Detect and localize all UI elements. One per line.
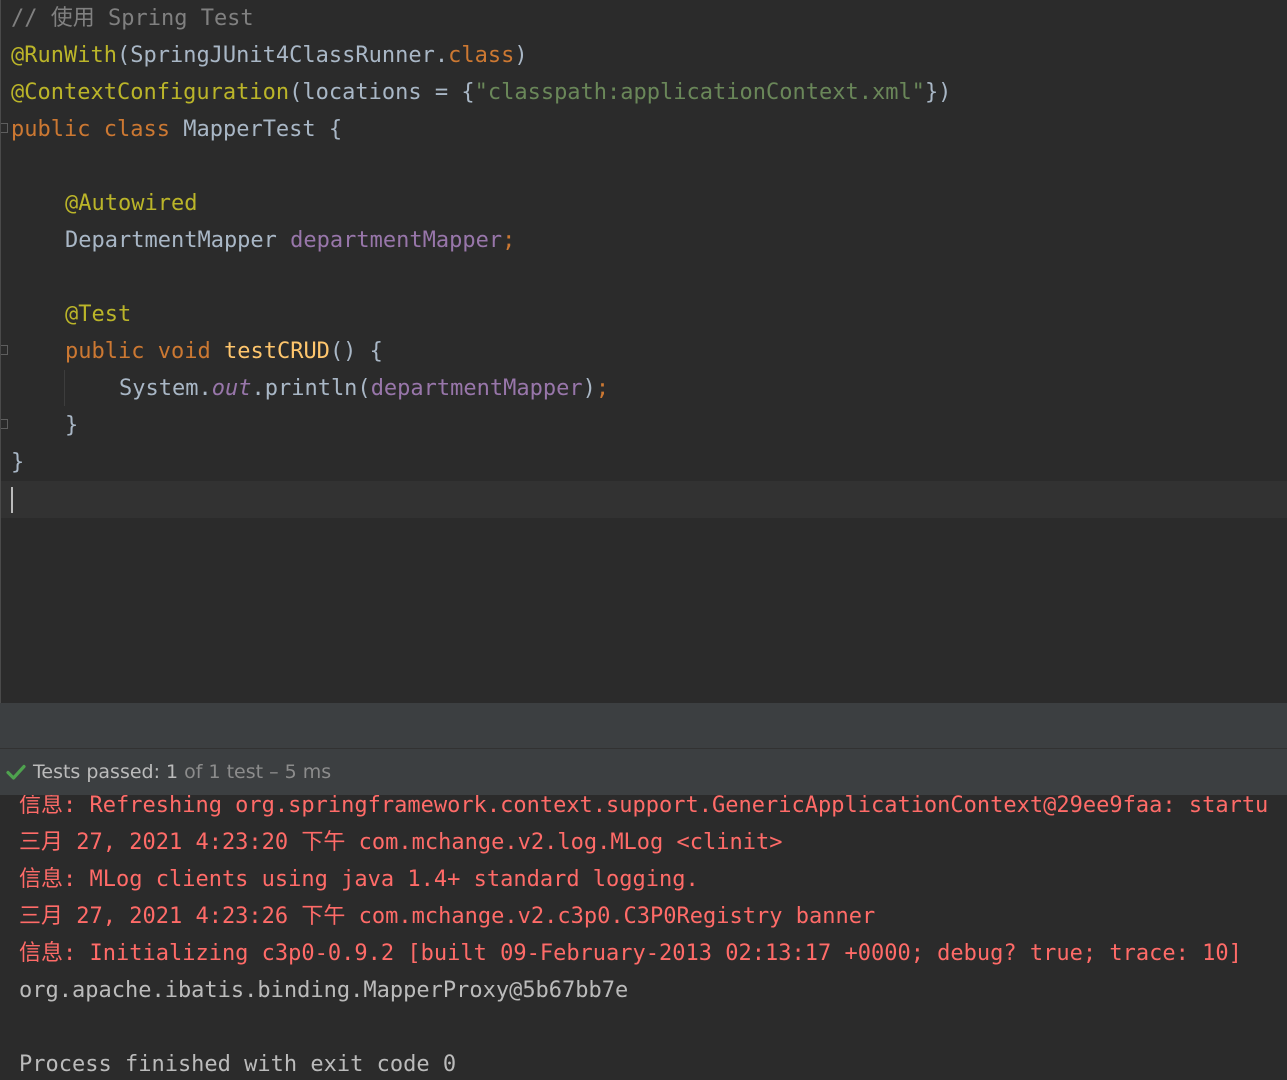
status-label: Tests passed: [33, 761, 161, 783]
status-detail: of 1 test – 5 ms [184, 761, 332, 783]
console-line: 信息: Refreshing org.springframework.conte… [19, 795, 1269, 818]
fold-marker-icon[interactable] [1, 419, 8, 429]
class-name: MapperTest { [183, 117, 343, 142]
code-editor[interactable]: // 使用 Spring Test @RunWith(SpringJUnit4C… [0, 0, 1287, 703]
class-keyword: class [448, 43, 515, 68]
fold-marker-icon[interactable] [1, 123, 8, 133]
panel-separator[interactable] [0, 703, 1287, 749]
method-close-brace: } [65, 413, 79, 438]
code-line-12: } [1, 407, 1287, 444]
field-type: DepartmentMapper [65, 228, 277, 253]
console-line: 信息: MLog clients using java 1.4+ standar… [19, 867, 699, 892]
console-line: 信息: Initializing c3p0-0.9.2 [built 09-Fe… [19, 941, 1242, 966]
semicolon: ; [502, 228, 516, 253]
test-annotation: @Test [65, 302, 132, 327]
console-line: 三月 27, 2021 4:23:26 下午 com.mchange.v2.c3… [19, 904, 876, 929]
field-name: departmentMapper [290, 228, 503, 253]
autowired-annotation: @Autowired [65, 191, 198, 216]
console-line: Process finished with exit code 0 [19, 1052, 457, 1077]
code-line-4: public class MapperTest { [1, 111, 1287, 148]
public-keyword: public [11, 117, 91, 142]
context-close: }) [924, 80, 952, 105]
println-close: ) [582, 376, 596, 401]
runwith-arg: (SpringJUnit4ClassRunner. [116, 43, 449, 68]
context-string: "classpath:applicationContext.xml" [474, 80, 925, 105]
ide-window: // 使用 Spring Test @RunWith(SpringJUnit4C… [0, 0, 1287, 1080]
out-field: out [211, 376, 252, 401]
class-close-brace: } [11, 450, 25, 475]
code-line-3: @ContextConfiguration(locations = {"clas… [1, 74, 1287, 111]
semicolon: ; [595, 376, 610, 401]
text-caret [11, 487, 13, 513]
runwith-close: ) [514, 43, 528, 68]
code-line-13: } [1, 444, 1287, 481]
context-annotation: @ContextConfiguration [11, 80, 290, 105]
console-line: org.apache.ibatis.binding.MapperProxy@5b… [19, 978, 629, 1003]
code-line-9: @Test [1, 296, 1287, 333]
console-output[interactable]: 信息: Refreshing org.springframework.conte… [0, 795, 1287, 1080]
println-arg: departmentMapper [370, 376, 583, 401]
context-open: (locations = { [289, 80, 475, 105]
code-line-7: DepartmentMapper departmentMapper; [1, 222, 1287, 259]
code-line-10: public void testCRUD() { [1, 333, 1287, 370]
method-tail: () { [329, 339, 383, 364]
fold-marker-icon[interactable] [1, 345, 8, 355]
void-keyword: void [157, 339, 211, 364]
code-line-2: @RunWith(SpringJUnit4ClassRunner.class) [1, 37, 1287, 74]
public-keyword: public [65, 339, 145, 364]
method-name: testCRUD [223, 339, 330, 364]
system-prefix: System. [119, 376, 212, 401]
code-line-11: System.out.println(departmentMapper); [1, 370, 1287, 407]
code-line-6: @Autowired [1, 185, 1287, 222]
comment-text: // 使用 Spring Test [11, 6, 254, 31]
test-status-bar: Tests passed: 1 of 1 test – 5 ms [0, 749, 1287, 795]
println-open: .println( [251, 376, 371, 401]
check-icon [5, 761, 27, 783]
code-line-current[interactable] [1, 481, 1287, 518]
class-keyword: class [103, 117, 170, 142]
console-line: 三月 27, 2021 4:23:20 下午 com.mchange.v2.lo… [19, 830, 783, 855]
status-count: 1 [166, 761, 179, 783]
runwith-annotation: @RunWith [11, 43, 117, 68]
code-line-1: // 使用 Spring Test [1, 0, 1287, 37]
